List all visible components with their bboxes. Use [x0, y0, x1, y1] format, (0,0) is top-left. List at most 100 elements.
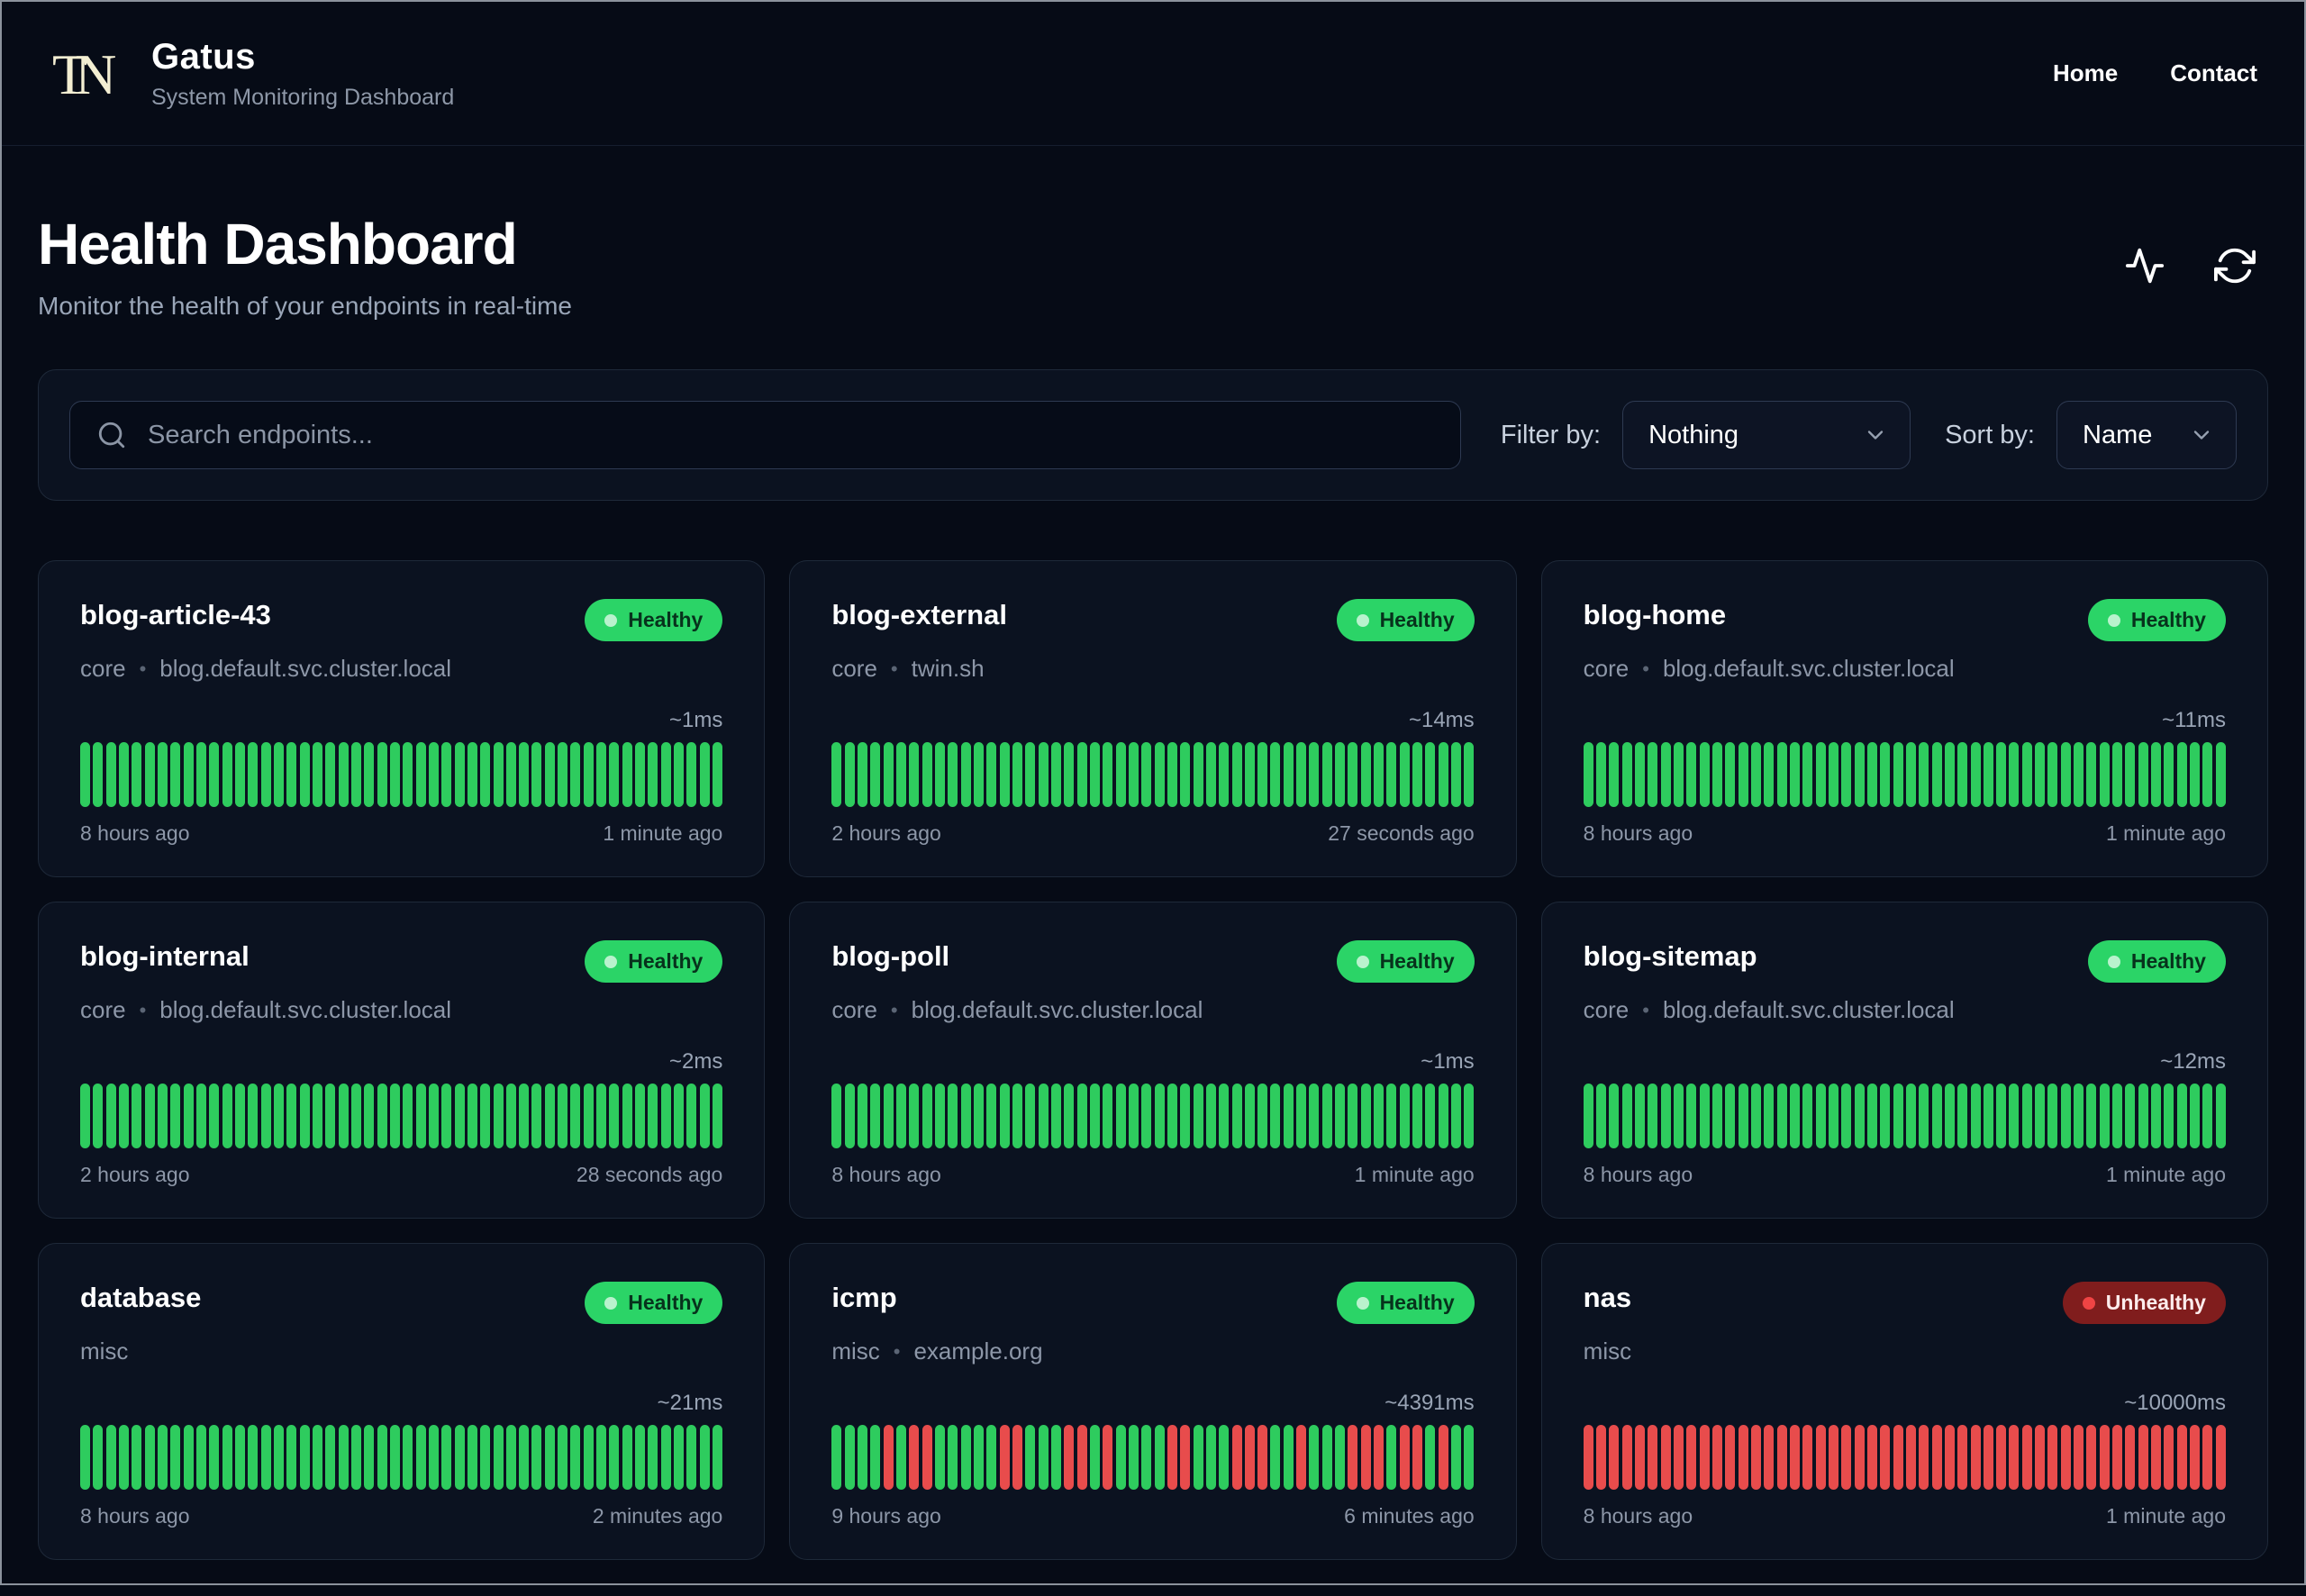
card-head: blog-article-43 Healthy	[80, 599, 723, 641]
card-foot: 9 hours ago 6 minutes ago	[831, 1504, 1474, 1528]
uptime-bar	[248, 1425, 259, 1490]
nav-link-home[interactable]: Home	[2053, 59, 2118, 87]
card-head: icmp Healthy	[831, 1282, 1475, 1324]
endpoint-card[interactable]: blog-external Healthy core • twin.sh ~14…	[789, 560, 1517, 877]
endpoint-name: blog-internal	[80, 940, 250, 972]
endpoint-meta: misc • example.org	[831, 1338, 1474, 1365]
uptime-bar	[1983, 742, 1993, 807]
card-foot: 8 hours ago 1 minute ago	[1584, 821, 2226, 846]
card-head: blog-poll Healthy	[831, 940, 1475, 983]
filter-select[interactable]: Nothing	[1622, 401, 1911, 469]
search-input[interactable]	[69, 401, 1461, 469]
endpoint-card[interactable]: icmp Healthy misc • example.org ~4391ms …	[789, 1243, 1517, 1560]
endpoint-card[interactable]: database Healthy misc ~21ms 8 hours ago …	[38, 1243, 766, 1560]
uptime-bar	[660, 1084, 671, 1148]
uptime-bar	[1141, 1425, 1152, 1490]
uptime-bar	[338, 1084, 349, 1148]
uptime-bar	[2112, 742, 2123, 807]
endpoint-meta: core • blog.default.svc.cluster.local	[80, 996, 722, 1024]
endpoint-card[interactable]: blog-internal Healthy core • blog.defaul…	[38, 902, 766, 1219]
uptime-bar	[909, 1084, 920, 1148]
uptime-bar	[505, 1425, 516, 1490]
uptime-bar	[1983, 1425, 1993, 1490]
uptime-bar	[1348, 1084, 1358, 1148]
uptime-bar	[1893, 1425, 1903, 1490]
endpoint-card[interactable]: blog-home Healthy core • blog.default.sv…	[1540, 560, 2268, 877]
uptime-bar	[1996, 1084, 2007, 1148]
refresh-icon[interactable]	[2214, 245, 2256, 286]
uptime-bar	[999, 1425, 1010, 1490]
status-label: Healthy	[628, 608, 704, 631]
uptime-bar	[1128, 742, 1139, 807]
uptime-bar	[195, 1425, 206, 1490]
uptime-bar	[480, 1084, 491, 1148]
endpoint-card[interactable]: nas Unhealthy misc ~10000ms 8 hours ago …	[1540, 1243, 2268, 1560]
uptime-bar	[1609, 742, 1620, 807]
card-head: blog-sitemap Healthy	[1584, 940, 2226, 983]
uptime-bar	[857, 1425, 867, 1490]
uptime-bar	[1335, 1084, 1346, 1148]
uptime-bar	[1893, 1084, 1903, 1148]
uptime-bar	[1699, 1425, 1710, 1490]
uptime-bars	[831, 1425, 1475, 1490]
uptime-bar	[1738, 742, 1748, 807]
uptime-bar	[1919, 1084, 1929, 1148]
status-dot-icon	[604, 1296, 618, 1310]
uptime-bar	[531, 742, 542, 807]
uptime-bar	[1270, 742, 1281, 807]
uptime-bar	[1025, 1425, 1036, 1490]
endpoint-card[interactable]: blog-article-43 Healthy core • blog.defa…	[38, 560, 766, 877]
uptime-bar	[1828, 1425, 1838, 1490]
endpoint-card[interactable]: blog-sitemap Healthy core • blog.default…	[1540, 902, 2268, 1219]
uptime-bar	[467, 742, 477, 807]
uptime-bar	[1970, 1425, 1981, 1490]
status-dot-icon	[1356, 613, 1369, 627]
uptime-bar	[609, 1084, 620, 1148]
uptime-bar	[2060, 1084, 2071, 1148]
status-badge: Healthy	[2087, 599, 2226, 641]
uptime-bars	[831, 1084, 1475, 1148]
response-time: ~11ms	[2162, 708, 2226, 732]
activity-icon[interactable]	[2124, 245, 2165, 286]
nav-link-contact[interactable]: Contact	[2170, 59, 2257, 87]
filter-label: Filter by:	[1500, 420, 1602, 449]
uptime-bar	[2190, 1084, 2201, 1148]
sort-label: Sort by:	[1945, 420, 2035, 449]
uptime-bar	[895, 742, 906, 807]
uptime-bar	[1257, 742, 1268, 807]
uptime-bar	[596, 1425, 607, 1490]
uptime-bar	[1660, 742, 1671, 807]
uptime-bar	[986, 1084, 997, 1148]
oldest-time: 8 hours ago	[80, 821, 190, 845]
uptime-bar	[1931, 1084, 1942, 1148]
uptime-bar	[1335, 1425, 1346, 1490]
uptime-bar	[1103, 1425, 1113, 1490]
header-actions	[2124, 245, 2268, 286]
uptime-bar	[1854, 742, 1865, 807]
uptime-bar	[312, 1084, 322, 1148]
sort-select[interactable]: Name	[2056, 401, 2237, 469]
uptime-bar	[209, 742, 220, 807]
response-time: ~14ms	[1408, 708, 1475, 732]
uptime-bar	[973, 1084, 984, 1148]
uptime-bar	[583, 742, 594, 807]
uptime-bar	[1244, 1084, 1255, 1148]
uptime-bar	[2164, 742, 2174, 807]
endpoint-name: blog-sitemap	[1583, 940, 1757, 972]
oldest-time: 8 hours ago	[1583, 1504, 1693, 1528]
uptime-bar	[2009, 1425, 2020, 1490]
uptime-bar	[921, 1425, 932, 1490]
uptime-bar	[493, 1084, 504, 1148]
uptime-bar	[1219, 1084, 1230, 1148]
search-icon	[96, 420, 127, 450]
uptime-bar	[195, 1084, 206, 1148]
uptime-bar	[674, 1084, 685, 1148]
separator-dot: •	[890, 998, 898, 1021]
uptime-bar	[1919, 742, 1929, 807]
uptime-bar	[622, 1084, 632, 1148]
endpoint-name: database	[80, 1282, 202, 1313]
uptime-bar	[1205, 1425, 1216, 1490]
uptime-bar	[1412, 742, 1423, 807]
endpoint-card[interactable]: blog-poll Healthy core • blog.default.sv…	[789, 902, 1517, 1219]
uptime-bar	[2009, 742, 2020, 807]
